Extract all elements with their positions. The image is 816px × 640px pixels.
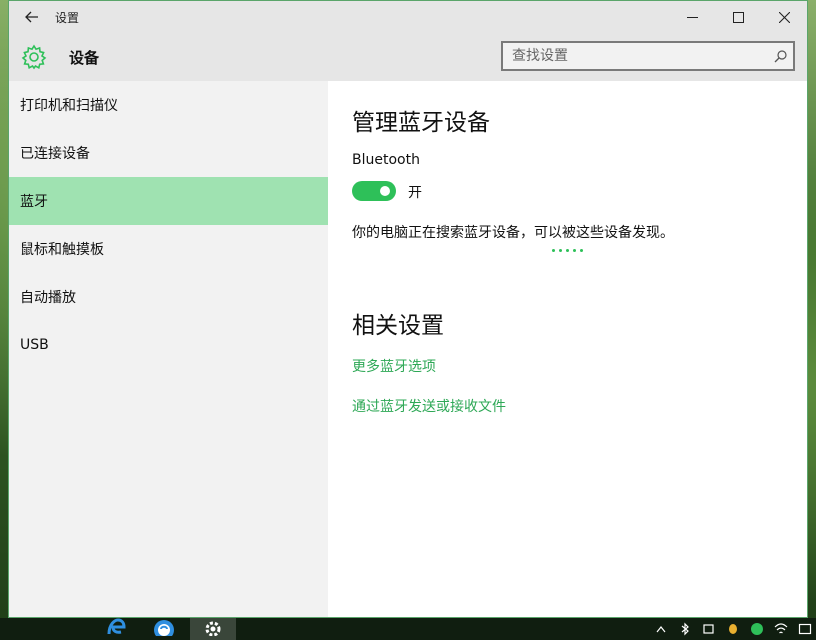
toggle-knob [380,186,390,196]
progress-dot [573,249,576,252]
minimize-button[interactable] [669,1,715,33]
sidebar-item-autoplay[interactable]: 自动播放 [9,273,328,321]
toggle-state-label: 开 [408,185,422,201]
chevron-up-icon[interactable] [654,622,668,636]
gear-icon [205,621,221,636]
search-icon [774,49,787,62]
sidebar-item-label: 打印机和扫描仪 [20,98,118,114]
link-send-receive-files[interactable]: 通过蓝牙发送或接收文件 [352,396,506,416]
sogou-browser-icon [154,620,174,636]
search-box[interactable] [501,41,795,71]
sidebar-item-label: 已连接设备 [20,146,90,162]
progress-dot [566,249,569,252]
scanning-status-text: 你的电脑正在搜索蓝牙设备，可以被这些设备发现。 [352,225,674,241]
notification-icon[interactable] [798,622,812,636]
progress-dot [559,249,562,252]
taskbar-browser-button[interactable] [144,618,184,640]
taskbar-edge-button[interactable] [96,618,136,640]
sidebar-item-connected-devices[interactable]: 已连接设备 [9,129,328,177]
edge-icon [107,618,126,634]
taskbar [0,618,816,640]
sidebar-item-bluetooth[interactable]: 蓝牙 [9,177,328,225]
sidebar: 打印机和扫描仪 已连接设备 蓝牙 鼠标和触摸板 自动播放 USB [9,81,328,617]
progress-dot [552,249,555,252]
sidebar-item-printers-scanners[interactable]: 打印机和扫描仪 [9,81,328,129]
minimize-icon [686,16,698,18]
qq-icon[interactable] [726,622,740,636]
search-button[interactable] [767,49,793,63]
back-arrow-icon [25,11,38,23]
sidebar-item-mouse-touchpad[interactable]: 鼠标和触摸板 [9,225,328,273]
sidebar-item-label: 蓝牙 [20,194,48,210]
progress-dot [580,249,583,252]
header-icon-wrap [19,42,49,72]
maximize-icon [732,11,744,23]
bluetooth-icon[interactable] [678,622,692,636]
sidebar-item-usb[interactable]: USB [9,321,328,369]
window-title: 设置 [55,10,80,25]
page-header: 设备 [9,33,807,81]
network-icon[interactable] [702,622,716,636]
search-input[interactable] [503,47,767,65]
sidebar-item-label: USB [20,337,49,353]
bluetooth-label: Bluetooth [352,152,420,168]
section-title-related-settings: 相关设置 [352,313,444,339]
bluetooth-toggle[interactable] [352,181,396,201]
title-bar: 设置 [9,1,807,33]
wechat-icon[interactable] [750,622,764,636]
sidebar-item-label: 鼠标和触摸板 [20,242,104,258]
settings-window: 设置 设备 查找设置 打印机和扫描仪 已连接设备 蓝牙 鼠标和触摸板 自动播放 … [8,0,808,618]
progress-dots [552,249,583,252]
link-more-bluetooth-options[interactable]: 更多蓝牙选项 [352,356,436,376]
system-tray [654,622,812,636]
window-controls [669,1,807,33]
main-content: 管理蓝牙设备 Bluetooth 开 你的电脑正在搜索蓝牙设备，可以被这些设备发… [328,81,807,617]
section-title-manage-bluetooth: 管理蓝牙设备 [352,110,490,136]
page-title: 设备 [69,48,100,67]
close-button[interactable] [761,1,807,33]
maximize-button[interactable] [715,1,761,33]
back-button[interactable] [9,1,55,33]
sidebar-item-label: 自动播放 [20,290,76,306]
taskbar-settings-button[interactable] [190,618,236,640]
close-icon [778,11,790,23]
gear-icon [21,44,47,70]
wifi-icon[interactable] [774,622,788,636]
